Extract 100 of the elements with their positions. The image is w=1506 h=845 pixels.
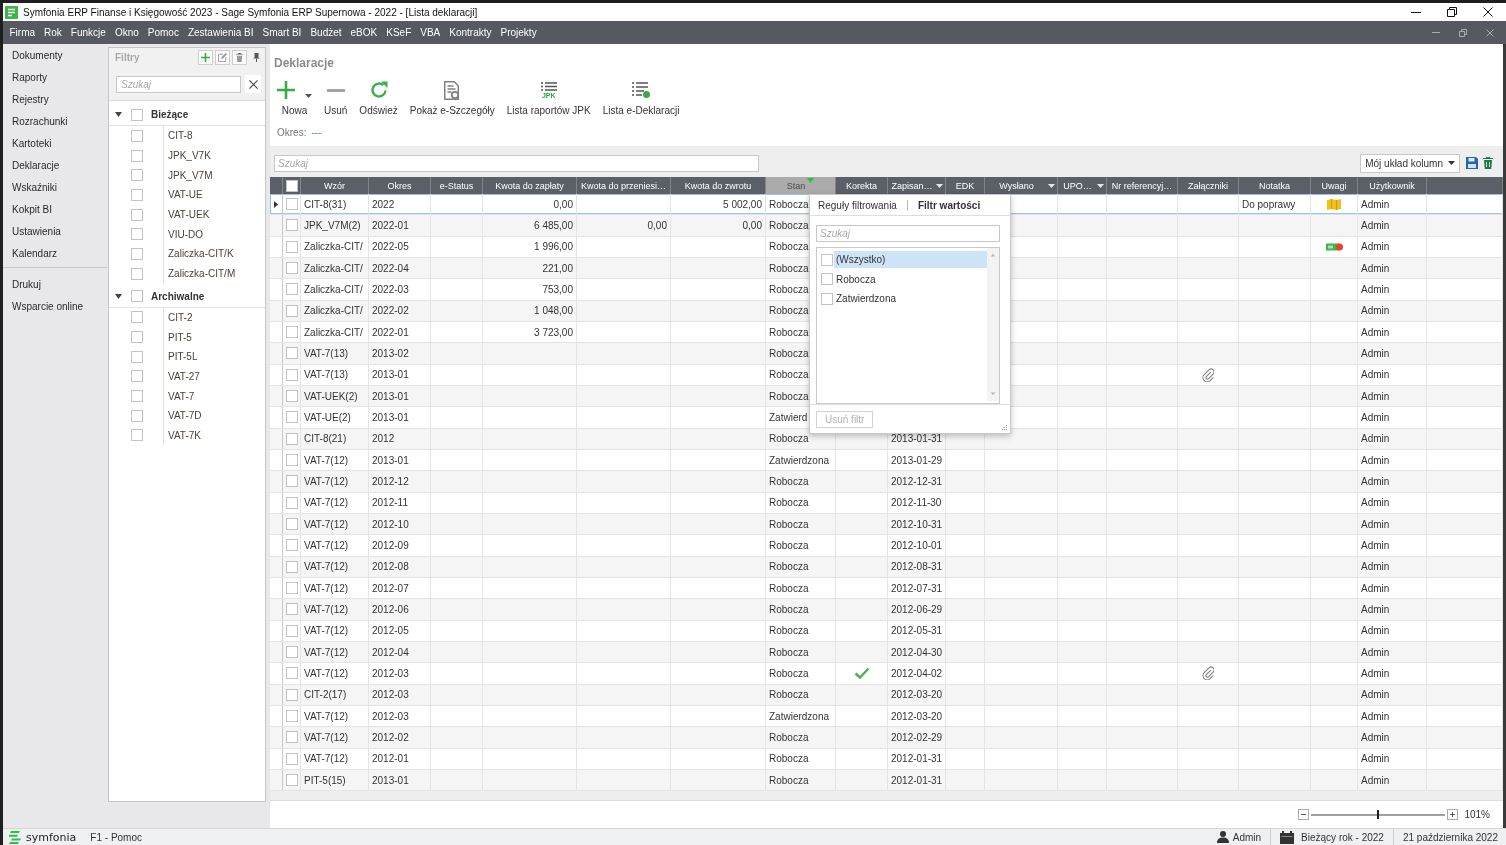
table-cell: Robocza <box>769 539 809 551</box>
table-cell: Admin <box>1361 625 1390 637</box>
table-cell: Admin <box>1361 731 1390 743</box>
table-cell: Zaliczka-CIT/ <box>304 241 363 253</box>
table-cell: 2012-08-31 <box>891 561 943 573</box>
table-cell: Robocza <box>769 305 809 317</box>
table-cell: 2012-04-30 <box>891 646 943 658</box>
table-cell: Zaliczka-CIT/ <box>304 326 363 338</box>
table-cell: 2012-03 <box>372 689 409 701</box>
table-cell: 2012-11-30 <box>891 497 942 509</box>
table-cell: Robocza <box>769 689 809 701</box>
table-cell: 2012-06 <box>372 603 409 615</box>
table-cell: VAT-UEK(2) <box>304 390 358 402</box>
table-cell: Robocza <box>769 262 809 274</box>
table-cell: VAT-7(12) <box>304 731 349 743</box>
table-cell: VAT-7(12) <box>304 625 349 637</box>
date-label: 21 października 2022 <box>1402 831 1498 843</box>
table-cell: VAT-7(12) <box>304 753 349 765</box>
panel-title: Filtry <box>115 52 140 63</box>
table-cell: Robocza <box>769 198 809 210</box>
table-cell: CIT-8(21) <box>304 433 347 445</box>
table-cell: Robocza <box>769 646 809 658</box>
table-cell: Zaliczka-CIT/ <box>304 305 363 317</box>
table-cell: Zatwierd <box>769 411 808 423</box>
table-cell: 2022-03 <box>372 283 409 295</box>
table-cell: Robocza <box>769 347 809 359</box>
table-cell: 2022-01 <box>372 326 409 338</box>
table-cell: Admin <box>1361 774 1390 786</box>
table-cell: 2013-01 <box>372 454 409 466</box>
table-cell: Admin <box>1361 283 1390 295</box>
table-cell: Robocza <box>769 220 809 231</box>
table-cell: Admin <box>1361 220 1390 231</box>
table-cell: Robocza <box>769 433 809 445</box>
table-cell: 2012-05 <box>372 625 409 637</box>
table-cell: VAT-7(12) <box>304 667 349 679</box>
table-cell: Robocza <box>769 369 809 381</box>
table-cell: Admin <box>1361 411 1390 423</box>
table-cell: VAT-7(12) <box>304 646 349 658</box>
table-cell: 2012-10-01 <box>891 539 943 551</box>
table-cell: 2013-01 <box>372 411 409 423</box>
table-cell: Robocza <box>769 625 809 637</box>
table-cell: Admin <box>1361 347 1390 359</box>
table-cell: 0,00 <box>553 198 573 210</box>
table-cell: Admin <box>1361 561 1390 573</box>
table-cell: Robocza <box>769 561 809 573</box>
table-cell: Robocza <box>769 475 809 487</box>
table-cell: Admin <box>1361 262 1390 274</box>
table-cell: 2012-01-31 <box>891 753 943 765</box>
table-cell: 0,00 <box>647 220 667 231</box>
table-cell: 2022 <box>372 198 395 210</box>
table-cell: 2012-02 <box>372 731 409 743</box>
table-cell: VAT-7(13) <box>304 369 349 381</box>
table-cell: 2013-01 <box>372 369 409 381</box>
table-cell: 2012-03 <box>372 710 409 722</box>
table-cell: 0,00 <box>742 220 762 231</box>
table-cell: VAT-7(12) <box>304 518 349 530</box>
table-cell: 753,00 <box>542 283 573 295</box>
table-cell: Admin <box>1361 753 1390 765</box>
table-cell: Robocza <box>769 774 809 786</box>
table-cell: 2022-05 <box>372 241 409 253</box>
table-cell: VAT-7(12) <box>304 603 349 615</box>
table-cell: Admin <box>1361 646 1390 658</box>
table-cell: Robocza <box>769 283 809 295</box>
table-cell: Admin <box>1361 433 1390 445</box>
help-hint: F1 - Pomoc <box>90 831 142 843</box>
table-cell: Robocza <box>769 241 809 253</box>
table-cell: 2012-07-31 <box>891 582 943 594</box>
table-cell: Admin <box>1361 390 1390 402</box>
table-cell: 2012-10 <box>372 518 409 530</box>
field-label: Okres: <box>277 127 307 138</box>
table-cell: Admin <box>1361 305 1390 317</box>
table-cell: 2012-03-20 <box>891 710 943 722</box>
table-cell: CIT-8(31) <box>304 198 347 210</box>
table-cell: Admin <box>1361 475 1390 487</box>
table-cell: Admin <box>1361 603 1390 615</box>
table-cell: VAT-7(12) <box>304 582 349 594</box>
table-cell: 2022-01 <box>372 220 409 231</box>
table-cell: 2013-01-29 <box>891 454 943 466</box>
table-cell: VAT-7(12) <box>304 497 349 509</box>
table-cell: Admin <box>1361 198 1390 210</box>
table-cell: Robocza <box>769 497 809 509</box>
table-cell: 6 485,00 <box>534 220 573 231</box>
table-cell: Admin <box>1361 241 1390 253</box>
table-cell: Admin <box>1361 667 1390 679</box>
table-cell: PIT-5(15) <box>304 774 346 786</box>
table-cell: Robocza <box>769 582 809 594</box>
table-cell: 2012-07 <box>372 582 409 594</box>
table-cell: 2012-12 <box>372 475 409 487</box>
table-cell: 2012-10-31 <box>891 518 943 530</box>
table-cell: 2012-09 <box>372 539 409 551</box>
table-cell: Do poprawy <box>1242 198 1296 210</box>
table-cell: 2013-01 <box>372 774 409 786</box>
zoom-reading: 101% <box>1464 809 1490 820</box>
table-cell: Robocza <box>769 731 809 743</box>
table-cell: Admin <box>1361 689 1390 701</box>
table-cell: VAT-7(12) <box>304 539 349 551</box>
table-cell: 1 048,00 <box>534 305 573 317</box>
table-cell: Admin <box>1361 454 1390 466</box>
table-cell: 2012-01-31 <box>891 774 943 786</box>
table-cell: 2012 <box>372 433 395 445</box>
